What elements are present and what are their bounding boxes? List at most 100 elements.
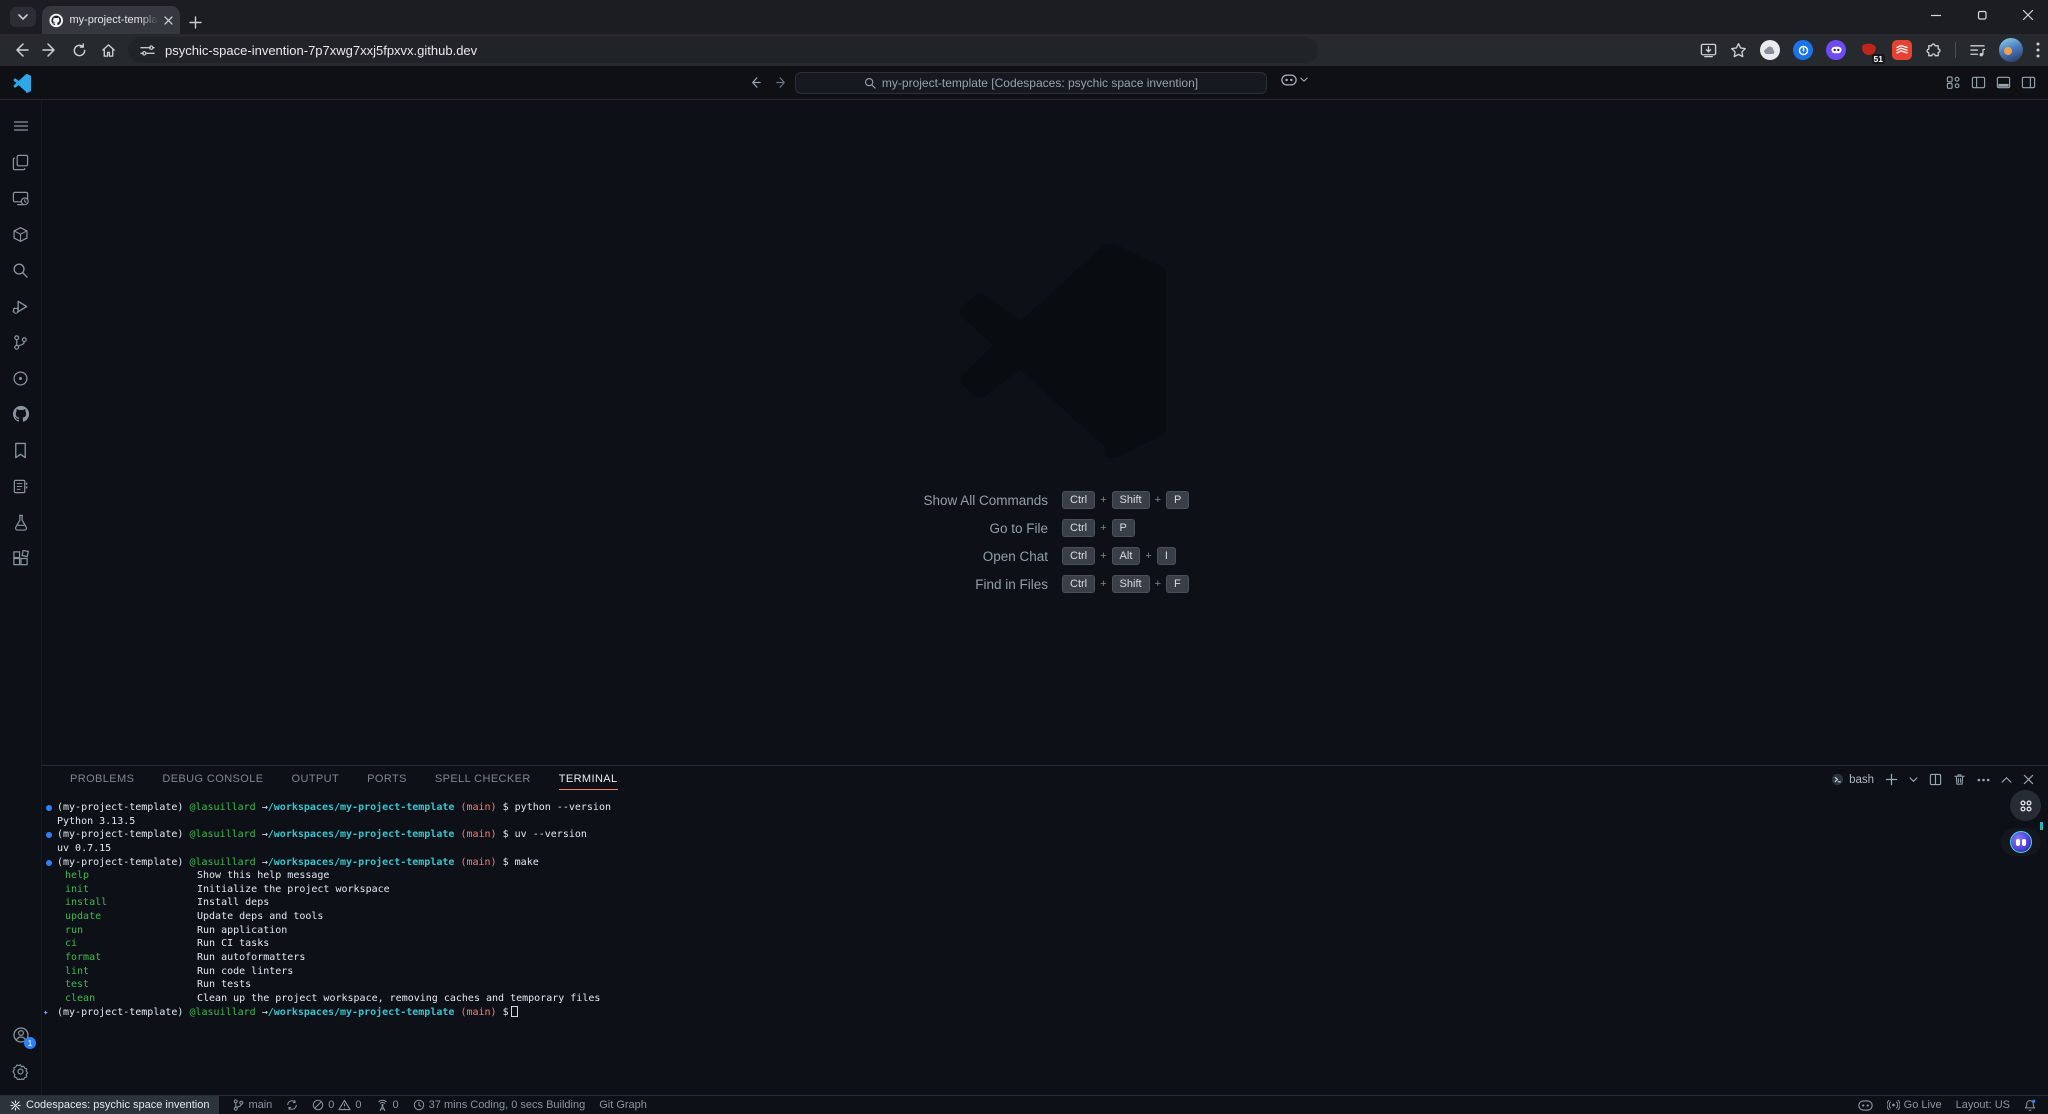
key-chip: Ctrl [1062, 491, 1095, 509]
remote-indicator[interactable]: Codespaces: psychic space invention [0, 1096, 219, 1114]
broadcast-icon [1887, 1099, 1900, 1111]
command-center-search[interactable]: my-project-template [Codespaces: psychic… [795, 72, 1267, 94]
warnings-icon [338, 1099, 351, 1111]
profile-avatar[interactable] [1999, 38, 2023, 62]
notifications-item[interactable] [2024, 1099, 2036, 1112]
accounts-icon[interactable]: 1 [0, 1017, 41, 1053]
command-decoration-icon[interactable] [46, 805, 52, 811]
copilot-icon [1281, 74, 1297, 86]
todo-tree-icon[interactable] [0, 468, 41, 504]
bookmark-star-icon[interactable] [1730, 42, 1747, 59]
search-icon[interactable] [0, 252, 41, 288]
bash-icon [1831, 773, 1844, 786]
browser-tab-title: my-project-template [Codespa [69, 14, 158, 26]
bookmarks-icon[interactable] [0, 432, 41, 468]
media-controls-icon[interactable] [1969, 43, 1986, 58]
layout-item[interactable]: Layout: US [1956, 1099, 2010, 1111]
explorer-icon[interactable] [0, 144, 41, 180]
install-app-icon[interactable] [1700, 42, 1717, 59]
forward-icon[interactable] [37, 37, 63, 63]
ports-item[interactable]: 0 [376, 1099, 399, 1111]
terminal-shell-item[interactable]: bash [1831, 773, 1874, 786]
tab-problems[interactable]: PROBLEMS [70, 767, 134, 792]
copilot-menu-button[interactable] [1281, 74, 1308, 86]
tab-spell-checker[interactable]: SPELL CHECKER [435, 767, 531, 792]
back-icon[interactable] [8, 37, 34, 63]
git-graph-item[interactable]: Git Graph [599, 1099, 647, 1111]
new-terminal-icon[interactable] [1885, 773, 1898, 786]
problems-item[interactable]: 0 0 [312, 1099, 361, 1111]
settings-gear-icon[interactable] [0, 1053, 41, 1089]
tab-ports[interactable]: PORTS [367, 767, 407, 792]
wakatime-item[interactable]: 37 mins Coding, 0 secs Building [413, 1099, 586, 1111]
extension-cloud-icon[interactable] [1760, 40, 1780, 60]
toggle-primary-sidebar-icon[interactable] [1971, 75, 1986, 90]
testing-icon[interactable] [0, 504, 41, 540]
extension-red-badge-icon[interactable]: 51 [1859, 40, 1879, 60]
tab-search-button[interactable] [10, 7, 36, 27]
titlebar-forward-icon[interactable] [774, 75, 789, 90]
split-terminal-icon[interactable] [1929, 773, 1942, 786]
tab-terminal[interactable]: TERMINAL [559, 767, 618, 792]
more-actions-icon[interactable] [1977, 778, 1990, 782]
extensions-puzzle-icon[interactable] [1925, 42, 1942, 59]
extension-1password-icon[interactable] [1793, 40, 1813, 60]
go-live-item[interactable]: Go Live [1887, 1099, 1942, 1111]
terminal-prompt-line[interactable]: ✦(my-project-template) @lasuillard →/wor… [42, 1006, 2048, 1020]
maximize-panel-icon[interactable] [2001, 776, 2012, 783]
extension-todoist-icon[interactable] [1892, 40, 1912, 60]
site-settings-icon[interactable] [140, 43, 155, 58]
radio-tower-icon [376, 1099, 389, 1111]
tab-debug-console[interactable]: DEBUG CONSOLE [162, 767, 263, 792]
sync-changes-item[interactable] [286, 1099, 298, 1111]
command-decoration-icon[interactable] [46, 860, 52, 866]
copilot-icon [1858, 1100, 1873, 1111]
close-panel-icon[interactable] [2023, 774, 2034, 785]
kill-terminal-icon[interactable] [1953, 773, 1966, 786]
make-target-row: formatRun autoformatters [42, 951, 2048, 965]
reload-icon[interactable] [66, 37, 92, 63]
container-icon[interactable] [0, 216, 41, 252]
command-decoration-icon[interactable] [46, 832, 52, 838]
browser-menu-kebab-icon[interactable] [2036, 42, 2040, 58]
customize-layout-icon[interactable] [1946, 75, 1961, 90]
minimize-window-icon[interactable] [1930, 9, 1942, 21]
quick-menu-floating-button[interactable] [2010, 790, 2041, 821]
status-bar: Codespaces: psychic space invention main… [0, 1095, 2048, 1114]
url-text: psychic-space-invention-7p7xwg7xxj5fpxvx… [165, 43, 477, 58]
chevron-down-icon [18, 14, 28, 21]
remote-explorer-icon[interactable] [0, 180, 41, 216]
key-plus: + [1100, 522, 1106, 534]
panel-header: PROBLEMS DEBUG CONSOLE OUTPUT PORTS SPEL… [42, 766, 2048, 793]
titlebar-back-icon[interactable] [748, 75, 763, 90]
menu-icon[interactable] [0, 108, 41, 144]
toggle-secondary-sidebar-icon[interactable] [2021, 75, 2036, 90]
github-icon[interactable] [0, 396, 41, 432]
key-chip: P [1112, 519, 1135, 537]
ai-assistant-floating-button[interactable] [2001, 828, 2041, 856]
new-tab-button[interactable] [189, 16, 202, 29]
chevron-down-icon [1300, 77, 1308, 83]
branch-item[interactable]: main [233, 1099, 272, 1111]
key-chip: Shift [1112, 575, 1150, 593]
window-controls [1930, 9, 2034, 21]
close-window-icon[interactable] [2022, 9, 2034, 21]
browser-tab[interactable]: my-project-template [Codespa [42, 6, 180, 34]
key-plus: + [1100, 578, 1106, 590]
toggle-panel-icon[interactable] [1996, 75, 2011, 90]
source-control-icon[interactable] [0, 324, 41, 360]
home-icon[interactable] [95, 37, 121, 63]
issues-icon[interactable] [0, 360, 41, 396]
address-bar[interactable]: psychic-space-invention-7p7xwg7xxj5fpxvx… [128, 37, 1318, 63]
make-target-row: updateUpdate deps and tools [42, 910, 2048, 924]
tab-output[interactable]: OUTPUT [292, 767, 340, 792]
copilot-status-item[interactable] [1858, 1100, 1873, 1111]
extension-robot-icon[interactable] [1826, 40, 1846, 60]
tab-close-icon[interactable] [164, 16, 173, 25]
make-target-row: runRun application [42, 924, 2048, 938]
make-target-row: testRun tests [42, 978, 2048, 992]
extensions-icon[interactable] [0, 540, 41, 576]
run-debug-icon[interactable] [0, 288, 41, 324]
maximize-window-icon[interactable] [1976, 9, 1988, 21]
terminal-dropdown-icon[interactable] [1909, 777, 1918, 783]
